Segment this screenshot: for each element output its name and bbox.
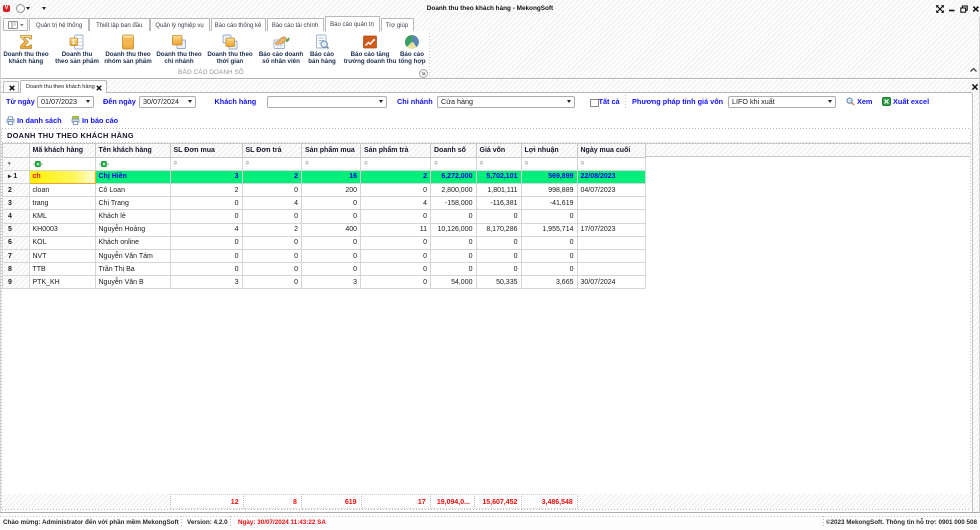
svg-text:Σ: Σ	[72, 39, 76, 46]
